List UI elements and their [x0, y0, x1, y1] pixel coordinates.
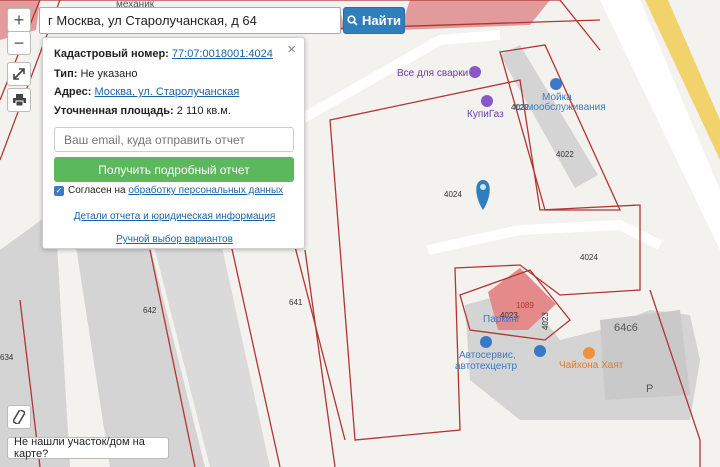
search-icon — [347, 15, 358, 26]
building-number: 64с6 — [614, 322, 638, 334]
parcel-number: 641 — [289, 298, 303, 307]
parcel-number: 642 — [143, 306, 157, 315]
parcel-number: 4024 — [580, 253, 598, 262]
poi-label: Паркинг — [483, 314, 521, 325]
car-service-icon[interactable] — [480, 336, 492, 348]
personal-data-link[interactable]: обработку персональных данных — [128, 185, 283, 196]
cadastral-label: Кадастровый номер: — [54, 48, 169, 60]
address-row: Адрес: Москва, ул. Старолучанская — [54, 86, 239, 98]
cadastral-row: Кадастровый номер: 77:07:0018001:4024 — [54, 48, 273, 60]
not-found-button[interactable]: Не нашли участок/дом на карте? — [7, 436, 169, 460]
poi-label: Автосервис, — [459, 350, 516, 361]
minus-icon: − — [13, 32, 25, 53]
agree-row: Согласен на обработку персональных данны… — [68, 185, 283, 196]
cadastral-number-link[interactable]: 77:07:0018001:4024 — [172, 48, 273, 60]
details-row: Детали отчета и юридическая информация — [43, 211, 306, 222]
parcel-info-popup: × Кадастровый номер: 77:07:0018001:4024 … — [42, 37, 305, 249]
parcel-number: 634 — [0, 353, 14, 362]
search-button-label: Найти — [362, 13, 401, 28]
expand-icon — [13, 68, 25, 80]
area-label: Уточненная площадь: — [54, 105, 174, 117]
close-icon[interactable]: × — [287, 41, 296, 58]
type-row: Тип: Не указано — [54, 68, 137, 80]
fullscreen-button[interactable] — [7, 62, 31, 86]
manual-select-link[interactable]: Ручной выбор вариантов — [116, 234, 233, 245]
building-letter: Р — [646, 383, 653, 395]
address-link[interactable]: Москва, ул. Старолучанская — [94, 86, 239, 98]
zoom-in-button[interactable]: + — [7, 8, 31, 32]
parcel-number: 1089 — [516, 301, 534, 310]
parcel-number: 4022 — [556, 150, 574, 159]
print-button[interactable] — [7, 88, 31, 112]
poi-label: КупиГаз — [467, 109, 504, 120]
printer-icon — [12, 94, 26, 106]
poi-label: Все для сварки — [397, 68, 468, 79]
zoom-out-button[interactable]: − — [7, 31, 31, 55]
address-label: Адрес: — [54, 86, 92, 98]
area-value: 2 110 кв.м. — [176, 105, 231, 117]
type-label: Тип: — [54, 68, 78, 80]
poi-label: самообслуживания — [516, 101, 606, 113]
area-row: Уточненная площадь: 2 110 кв.м. — [54, 105, 231, 117]
shop-icon[interactable] — [469, 66, 481, 78]
cafe-icon[interactable] — [583, 347, 595, 359]
shop-icon[interactable] — [481, 95, 493, 107]
agree-prefix: Согласен на — [68, 185, 126, 196]
parcel-number: 4024 — [444, 190, 462, 199]
email-field[interactable] — [54, 127, 294, 152]
parcel-number: 4023 — [541, 312, 550, 330]
poi-label: Чайхона Хаят — [559, 360, 624, 371]
car-service-icon[interactable] — [534, 345, 546, 357]
car-wash-icon[interactable] — [550, 78, 562, 90]
ruler-icon — [13, 410, 25, 424]
get-report-button[interactable]: Получить подробный отчет — [54, 157, 294, 182]
details-link[interactable]: Детали отчета и юридическая информация — [74, 211, 276, 222]
ruler-button[interactable] — [7, 405, 31, 429]
address-search-input[interactable] — [39, 7, 341, 34]
agree-checkbox[interactable]: ✓ — [54, 186, 64, 196]
plus-icon: + — [13, 9, 25, 30]
manual-row: Ручной выбор вариантов — [43, 234, 306, 245]
type-value: Не указано — [80, 68, 138, 80]
search-button[interactable]: Найти — [343, 7, 405, 34]
poi-label: автотехцентр — [455, 361, 518, 372]
